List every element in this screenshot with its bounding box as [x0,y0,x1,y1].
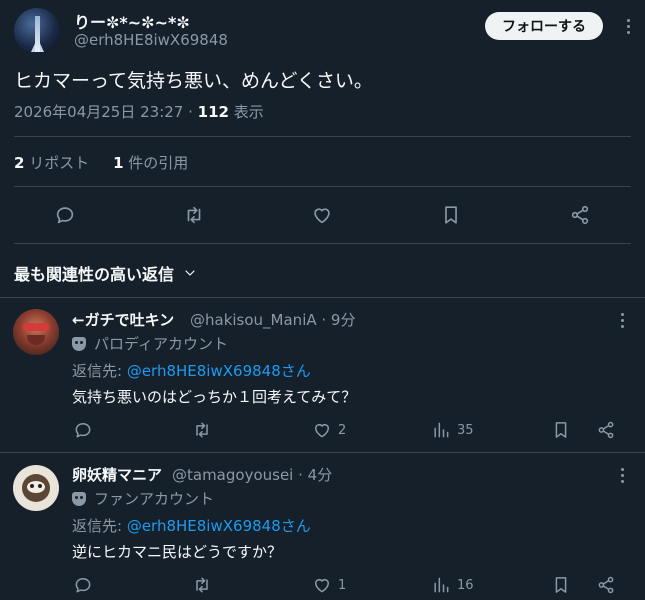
views-count: 112 [197,103,229,121]
divider [0,452,645,453]
reposts-count: 2 [14,154,25,172]
like-button[interactable]: 2 [312,420,346,440]
author-handle[interactable]: @erh8HE8iwX69848 [74,31,228,49]
like-icon[interactable] [310,203,334,227]
share-icon[interactable] [596,420,616,440]
reply-to-link[interactable]: @erh8HE8iwX69848さん [127,517,311,535]
views-count: 35 [457,422,474,438]
author-name[interactable]: りー✼*~✼~*✼ [74,9,190,33]
more-icon[interactable] [612,464,632,486]
divider [14,186,631,187]
reply-author-name[interactable]: 卵妖精マニア [72,464,162,485]
views-icon [434,422,449,438]
account-label: パロディアカウント [72,333,228,354]
like-count: 1 [338,577,347,593]
quotes-label: 件の引用 [128,154,189,172]
reply-context: 返信先: @erh8HE8iwX69848さん [72,360,311,381]
account-label-text: ファンアカウント [94,490,215,508]
divider [14,136,631,137]
reply-icon[interactable] [73,575,93,595]
reply-author-handle[interactable]: @hakisou_ManiA · 9分 [190,309,355,330]
tweet-meta: 2026年04月25日 23:27 · 112 表示 [14,101,264,122]
mask-icon [72,336,86,351]
mask-icon [72,491,86,506]
more-icon[interactable] [612,309,632,331]
reply-avatar[interactable] [13,465,59,511]
chevron-down-icon [185,270,195,276]
bookmark-icon[interactable] [551,575,571,595]
reply-author-name[interactable]: ←ガチで吐キン [72,309,174,330]
share-icon[interactable] [596,575,616,595]
repost-icon[interactable] [192,420,212,440]
quotes-count: 1 [113,154,124,172]
reply-text: 逆にヒカマニ民はどうですか？ [72,543,283,561]
reply-to-link[interactable]: @erh8HE8iwX69848さん [127,362,311,380]
repost-icon[interactable] [182,203,206,227]
like-icon [315,579,329,593]
sort-label: 最も関連性の高い返信 [14,265,175,284]
divider [14,243,631,244]
like-icon [315,424,329,438]
engagement-stats: 2 リポスト 1 件の引用 [14,152,188,173]
divider [0,297,645,298]
account-label: ファンアカウント [72,488,214,509]
share-icon[interactable] [568,203,592,227]
reply-author-handle[interactable]: @tamagoyousei · 4分 [172,464,332,485]
author-avatar[interactable] [14,8,60,54]
account-label-text: パロディアカウント [94,335,228,353]
reply-context: 返信先: @erh8HE8iwX69848さん [72,515,311,536]
follow-button[interactable]: フォローする [485,12,603,40]
reposts-label: リポスト [29,154,90,172]
reply-prefix: 返信先: [72,362,127,380]
reply-icon[interactable] [73,420,93,440]
reply-avatar[interactable] [13,309,59,355]
repost-icon[interactable] [192,575,212,595]
tweet-text: ヒカマーって気持ち悪い、めんどくさい。 [14,70,373,92]
like-count: 2 [338,422,347,438]
views-icon [434,577,449,593]
reply-prefix: 返信先: [72,517,127,535]
reply-text: 気持ち悪いのはどっちか１回考えてみて？ [72,388,357,406]
views-count: 16 [457,577,474,593]
views-label: 表示 [233,103,264,121]
quotes-link[interactable]: 1 件の引用 [113,154,188,172]
tweet-timestamp[interactable]: 2026年04月25日 23:27 · [14,103,193,121]
views-button[interactable]: 16 [431,575,474,595]
reply-icon[interactable] [53,203,77,227]
bookmark-icon[interactable] [551,420,571,440]
bookmark-icon[interactable] [439,203,463,227]
reply-sort-selector[interactable]: 最も関連性の高い返信 [14,261,198,285]
reposts-link[interactable]: 2 リポスト [14,154,89,172]
views-button[interactable]: 35 [431,420,474,440]
like-button[interactable]: 1 [312,575,346,595]
more-icon[interactable] [618,14,638,38]
